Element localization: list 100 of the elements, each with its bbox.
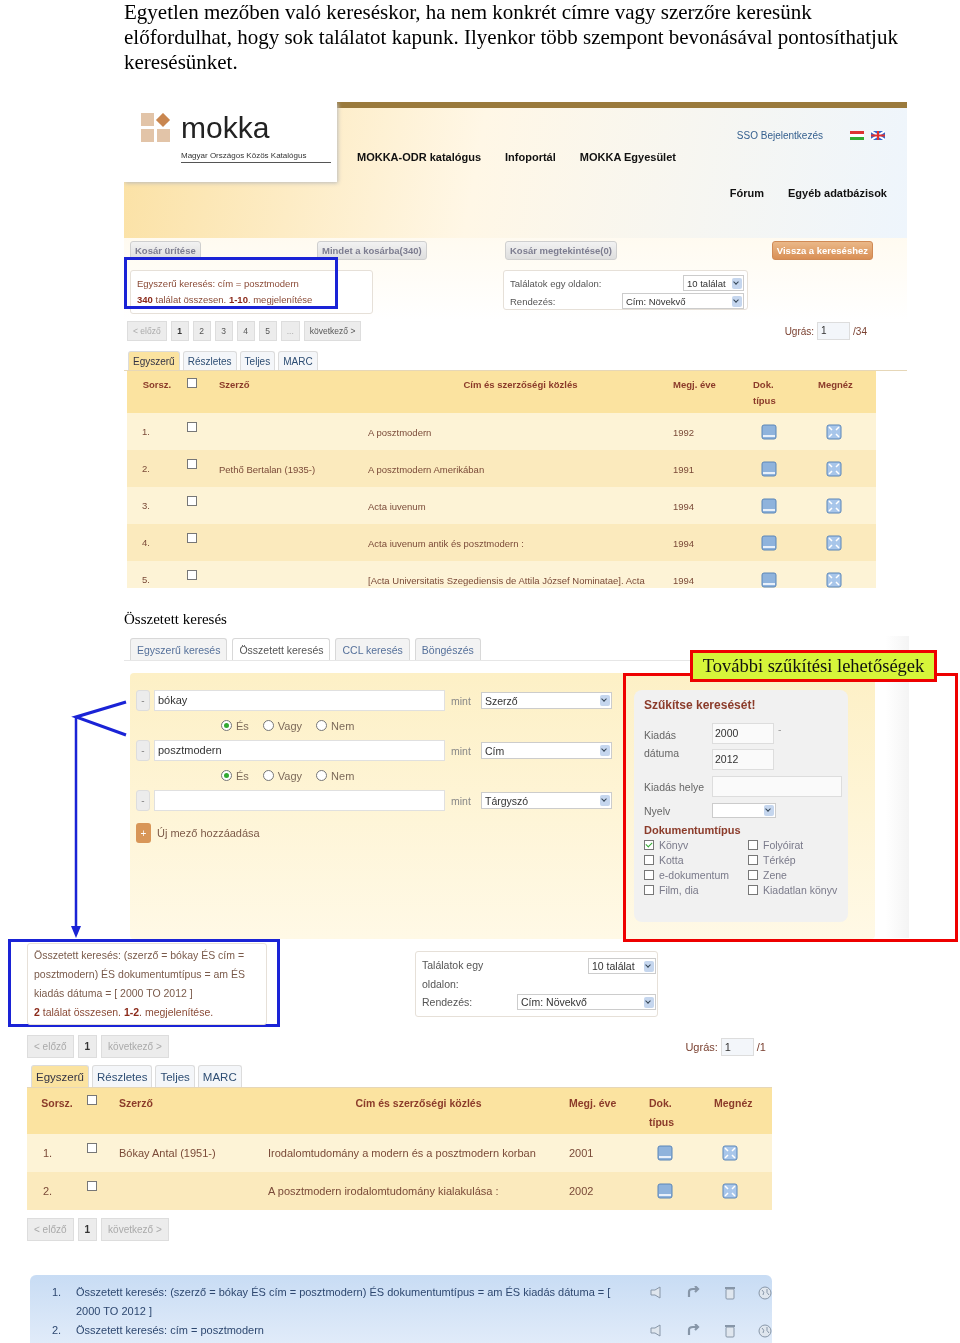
caret-icon [764,805,774,816]
globe-icon[interactable] [758,1324,772,1338]
doc-type-checkbox[interactable]: Térkép [748,854,848,866]
title-link[interactable]: [Acta Universitatis Szegediensis de Attila József Nominatae]. Acta [368,574,645,586]
sort-select[interactable]: Cím: Növekvő [517,994,656,1010]
per-page-select[interactable]: 10 találat [683,275,744,291]
pagination-button[interactable]: következő > [303,321,362,341]
operator-radio[interactable]: Vagy [262,769,303,782]
view-tab[interactable]: MARC [278,351,318,370]
sort-select[interactable]: Cím: Növekvő [622,293,744,309]
language-select[interactable] [712,803,776,818]
book-icon [657,1183,673,1199]
expand-icon[interactable] [722,1145,738,1161]
row-checkbox[interactable] [187,570,197,580]
expand-icon[interactable] [826,423,842,440]
row-checkbox[interactable] [187,496,197,506]
field-select[interactable]: Cím [481,742,612,759]
view-tab[interactable]: MARC [197,1065,242,1087]
field-select[interactable]: Szerző [481,692,612,709]
column-header: Sorsz. [40,1096,74,1111]
title-link[interactable]: A posztmodern irodalomtudomány kialakulása : [268,1185,499,1197]
search-tab[interactable]: Egyszerű keresés [130,638,228,660]
title-link[interactable]: Irodalomtudomány a modern és a posztmodern korban [268,1147,536,1159]
expand-icon[interactable] [826,534,842,551]
title-link[interactable]: A posztmodern [368,426,432,438]
per-page-select[interactable]: 10 találat [588,958,656,974]
doc-type-checkbox[interactable]: Könyv [644,839,748,851]
search-term-field[interactable]: bókay [154,690,445,711]
doc-type-checkbox[interactable]: Film, dia [644,884,748,896]
column-header: Cím és szerzőségi közlés [462,378,579,392]
add-field-link[interactable]: Új mező hozzáadása [157,827,260,839]
nav-link[interactable]: Infoportál [505,151,556,163]
doc-type-checkbox[interactable]: Folyóirat [748,839,848,851]
nav-link[interactable]: Egyéb adatbázisok [787,187,887,199]
per-page-label: Találatok egy oldalon: [422,958,485,992]
select-all-checkbox[interactable] [87,1095,97,1105]
pagination-button[interactable]: 1 [77,1035,98,1058]
view-tab[interactable]: Részletes [91,1065,153,1087]
column-header: Cím és szerzőségi közlés [354,1096,483,1111]
jump-field[interactable]: 1 [817,322,851,340]
operator-radio[interactable]: És [221,719,249,732]
nav-link[interactable]: MOKKA-ODR katalógus [357,151,482,163]
book-icon [657,1145,673,1161]
title-link[interactable]: Acta iuvenum [368,500,426,512]
field-select[interactable]: Tárgyszó [481,792,612,809]
pagination-button[interactable]: 2 [192,321,211,341]
title-link[interactable]: Acta iuvenum antik és posztmodern : [368,537,524,549]
pagination-button[interactable]: 1 [170,321,189,341]
pagination-button[interactable]: 4 [236,321,255,341]
view-tab[interactable]: Teljes [155,1065,195,1087]
speaker-icon[interactable] [650,1286,664,1299]
doc-type-checkbox[interactable]: Kotta [644,854,748,866]
nav-link[interactable]: MOKKA Egyesület [579,151,676,163]
row-checkbox[interactable] [187,422,197,432]
title-link[interactable]: A posztmodern Amerikában [368,463,485,475]
expand-icon[interactable] [826,571,842,588]
pagination-button[interactable]: 3 [214,321,233,341]
date-from-field[interactable]: 2000 [712,723,774,744]
redo-arrow-icon[interactable] [686,1324,702,1337]
expand-icon[interactable] [826,460,842,477]
flag-icon[interactable] [850,131,864,140]
pagination-button[interactable]: 1 [77,1218,98,1241]
expand-icon[interactable] [826,497,842,514]
select-all-checkbox[interactable] [187,378,197,388]
login-link[interactable]: SSO Bejelentkezés [736,130,823,141]
caret-icon [644,960,654,972]
view-tab[interactable]: Részletes [182,351,237,370]
doc-type-checkbox[interactable]: Zene [748,869,848,881]
search-tab[interactable]: Böngészés [414,638,481,660]
row-checkbox[interactable] [187,533,197,543]
operator-radio[interactable]: Nem [316,769,355,782]
flag-icon[interactable] [871,131,885,140]
search-tab[interactable]: CCL keresés [335,638,410,660]
operator-radio[interactable]: És [221,769,249,782]
date-to-field[interactable]: 2012 [712,749,774,770]
row-checkbox[interactable] [87,1143,97,1153]
row-checkbox[interactable] [187,459,197,469]
operator-radio[interactable]: Vagy [262,719,303,732]
trash-icon[interactable] [724,1324,736,1338]
search-term-field[interactable]: posztmodern [154,740,445,761]
globe-icon[interactable] [758,1286,772,1300]
view-tab[interactable]: Egyszerű [31,1065,89,1087]
redo-arrow-icon[interactable] [686,1286,702,1299]
trash-icon[interactable] [724,1286,736,1300]
place-field[interactable] [712,776,842,797]
operator-radio[interactable]: Nem [316,719,355,732]
jump-field[interactable]: 1 [720,1037,754,1056]
view-tab[interactable]: Egyszerű [128,351,180,370]
nav-link[interactable]: Fórum [729,187,764,199]
history-query-link[interactable]: Összetett keresés: cím = posztmodern [76,1321,624,1340]
speaker-icon[interactable] [650,1324,664,1337]
expand-icon[interactable] [722,1183,738,1199]
search-tab[interactable]: Összetett keresés [232,638,331,660]
view-tab[interactable]: Teljes [239,351,276,370]
doc-type-checkbox[interactable]: Kiadatlan könyv [748,884,848,896]
pagination-button[interactable]: 5 [258,321,277,341]
history-query-link[interactable]: Összetett keresés: (szerző = bókay ÉS cím = posztmodern) ÉS dokumentumtípus = am ÉS kiadás dátuma = [ 2000 TO 2012 ] [76,1283,624,1321]
row-checkbox[interactable] [87,1181,97,1191]
search-term-field[interactable] [154,790,445,811]
doc-type-checkbox[interactable]: e-dokumentum [644,869,748,881]
